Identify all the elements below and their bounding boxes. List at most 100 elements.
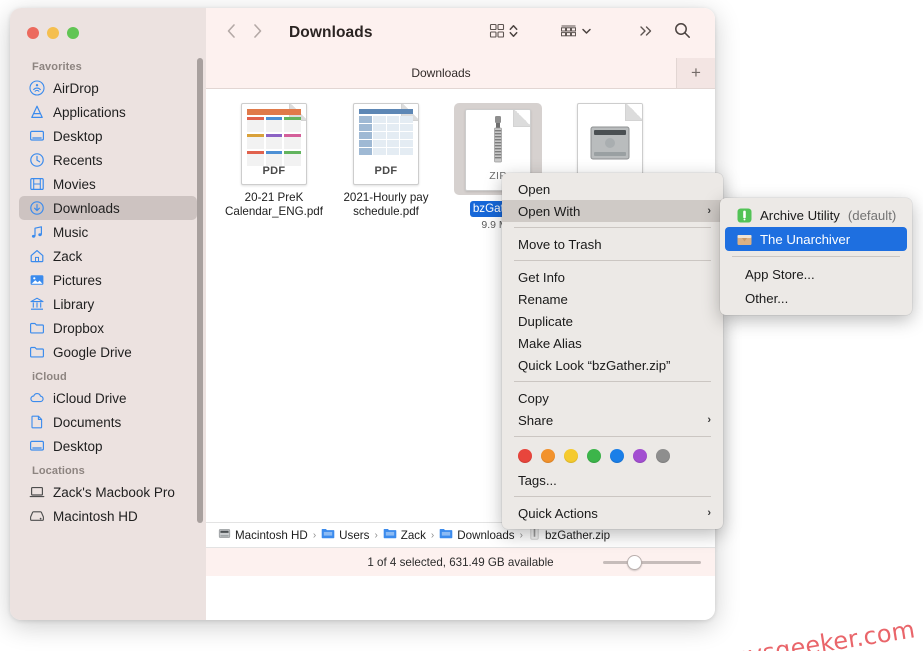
pdf-preview-thumbnail [247, 109, 301, 161]
desktop-icon [29, 438, 45, 454]
menu-item-label: Open [518, 182, 550, 197]
menu-item-tags[interactable]: Tags... [502, 469, 723, 491]
sidebar-item-applications[interactable]: Applications [19, 100, 197, 124]
menu-item-copy[interactable]: Copy [502, 387, 723, 409]
breadcrumb-separator: › [312, 530, 317, 541]
menu-item-quick-look-bzgather-zip[interactable]: Quick Look “bzGather.zip” [502, 354, 723, 376]
cloud-icon [29, 390, 45, 406]
menu-item-duplicate[interactable]: Duplicate [502, 310, 723, 332]
menu-item-share[interactable]: Share› [502, 409, 723, 431]
sidebar-scrollbar[interactable] [197, 58, 203, 523]
chevron-right-icon: › [707, 414, 711, 426]
submenu-item-app-store[interactable]: App Store... [725, 262, 907, 286]
submenu-item-the-unarchiver[interactable]: The Unarchiver [725, 227, 907, 251]
folder-icon [29, 344, 45, 360]
sidebar-item-downloads[interactable]: Downloads [19, 196, 197, 220]
breadcrumb-item[interactable]: bzGather.zip [528, 527, 610, 543]
sidebar-item-google-drive[interactable]: Google Drive [19, 340, 197, 364]
file-name-label[interactable]: 20-21 PreK Calendar_ENG.pdf [222, 191, 326, 219]
tab-bar: Downloads + [206, 58, 715, 89]
close-button[interactable] [27, 27, 39, 39]
group-by-button[interactable] [550, 19, 602, 47]
menu-item-rename[interactable]: Rename [502, 288, 723, 310]
file-thumbnail: PDF [241, 103, 307, 185]
sidebar: Favorites AirDrop Applications Desktop Recen… [10, 8, 206, 620]
new-tab-button[interactable]: + [676, 58, 715, 88]
menu-item-quick-actions[interactable]: Quick Actions › [502, 502, 723, 524]
sidebar-item-label: Movies [53, 177, 96, 192]
menu-item-move-to-trash[interactable]: Move to Trash [502, 233, 723, 255]
submenu-item-other[interactable]: Other... [725, 286, 907, 310]
sidebar-item-music[interactable]: Music [19, 220, 197, 244]
sidebar-item-label: Applications [53, 105, 126, 120]
forward-button[interactable] [253, 23, 263, 44]
sidebar-item-label: AirDrop [53, 81, 99, 96]
page-fold [625, 103, 643, 121]
file-item[interactable]: PDF 20-21 PreK Calendar_ENG.pdf [218, 103, 330, 231]
sidebar-group-title: Favorites [10, 54, 206, 76]
breadcrumb-label: Downloads [457, 529, 514, 542]
folder-downloads-icon [439, 527, 453, 543]
sidebar-item-desktop[interactable]: Desktop [19, 434, 197, 458]
menu-item-label: Open With [518, 204, 580, 219]
sidebar-item-zack-s-macbook-pro[interactable]: Zack's Macbook Pro [19, 480, 197, 504]
context-menu[interactable]: OpenOpen With›Move to TrashGet InfoRenam… [502, 173, 723, 529]
sidebar-item-label: Zack's Macbook Pro [53, 485, 175, 500]
document-icon [29, 414, 45, 430]
slider-knob[interactable] [627, 555, 642, 570]
menu-item-get-info[interactable]: Get Info [502, 266, 723, 288]
sidebar-item-desktop[interactable]: Desktop [19, 124, 197, 148]
tag-color-dot[interactable] [610, 449, 624, 463]
tag-color-dot[interactable] [541, 449, 555, 463]
file-name-label[interactable]: 2021-Hourly pay schedule.pdf [334, 191, 438, 219]
open-with-submenu[interactable]: Archive Utility (default)The Unarchiver A… [720, 198, 912, 315]
slider-track [603, 561, 701, 564]
chevron-right-icon: › [707, 507, 711, 519]
icon-size-slider[interactable] [603, 555, 701, 569]
tag-color-dot[interactable] [587, 449, 601, 463]
sidebar-scroll-area[interactable]: Favorites AirDrop Applications Desktop Recen… [10, 54, 206, 620]
breadcrumb-item[interactable]: Zack [383, 527, 426, 543]
search-button[interactable] [664, 19, 701, 47]
menu-item-make-alias[interactable]: Make Alias [502, 332, 723, 354]
sidebar-item-movies[interactable]: Movies [19, 172, 197, 196]
tag-color-dot[interactable] [564, 449, 578, 463]
menu-item-label: Move to Trash [518, 237, 602, 252]
submenu-item-label: Other... [745, 291, 788, 306]
file-item[interactable]: PDF2021-Hourly pay schedule.pdf [330, 103, 442, 231]
sidebar-item-zack[interactable]: Zack [19, 244, 197, 268]
sidebar-item-documents[interactable]: Documents [19, 410, 197, 434]
menu-item-open[interactable]: Open [502, 178, 723, 200]
submenu-item-suffix: (default) [848, 208, 896, 223]
zoom-button[interactable] [67, 27, 79, 39]
more-toolbar-items-button[interactable] [628, 19, 664, 47]
icon-view-icon [489, 23, 505, 44]
view-mode-button[interactable] [479, 19, 528, 47]
minimize-button[interactable] [47, 27, 59, 39]
submenu-item-archive-utility[interactable]: Archive Utility (default) [725, 203, 907, 227]
breadcrumb-item[interactable]: Macintosh HD [218, 527, 308, 543]
tag-color-dot[interactable] [633, 449, 647, 463]
submenu-item-label: App Store... [745, 267, 815, 282]
breadcrumb-label: Users [339, 529, 369, 542]
sidebar-item-label: Recents [53, 153, 103, 168]
sidebar-item-library[interactable]: Library [19, 292, 197, 316]
sidebar-item-recents[interactable]: Recents [19, 148, 197, 172]
menu-item-open-with[interactable]: Open With› [502, 200, 723, 222]
sidebar-item-pictures[interactable]: Pictures [19, 268, 197, 292]
breadcrumb-item[interactable]: Users [321, 527, 369, 543]
sidebar-item-airdrop[interactable]: AirDrop [19, 76, 197, 100]
tab-downloads[interactable]: Downloads [206, 58, 676, 88]
back-button[interactable] [226, 23, 236, 44]
tag-color-dot[interactable] [656, 449, 670, 463]
sidebar-item-macintosh-hd[interactable]: Macintosh HD [19, 504, 197, 528]
sidebar-item-dropbox[interactable]: Dropbox [19, 316, 197, 340]
menu-item-label: Tags... [518, 473, 557, 488]
pdf-doc-shape: PDF [241, 103, 307, 185]
menu-item-label: Quick Look “bzGather.zip” [518, 358, 670, 373]
breadcrumb-item[interactable]: Downloads [439, 527, 514, 543]
sidebar-item-icloud-drive[interactable]: iCloud Drive [19, 386, 197, 410]
tag-color-row [502, 442, 723, 469]
menu-item-label: Quick Actions [518, 506, 598, 521]
tag-color-dot[interactable] [518, 449, 532, 463]
